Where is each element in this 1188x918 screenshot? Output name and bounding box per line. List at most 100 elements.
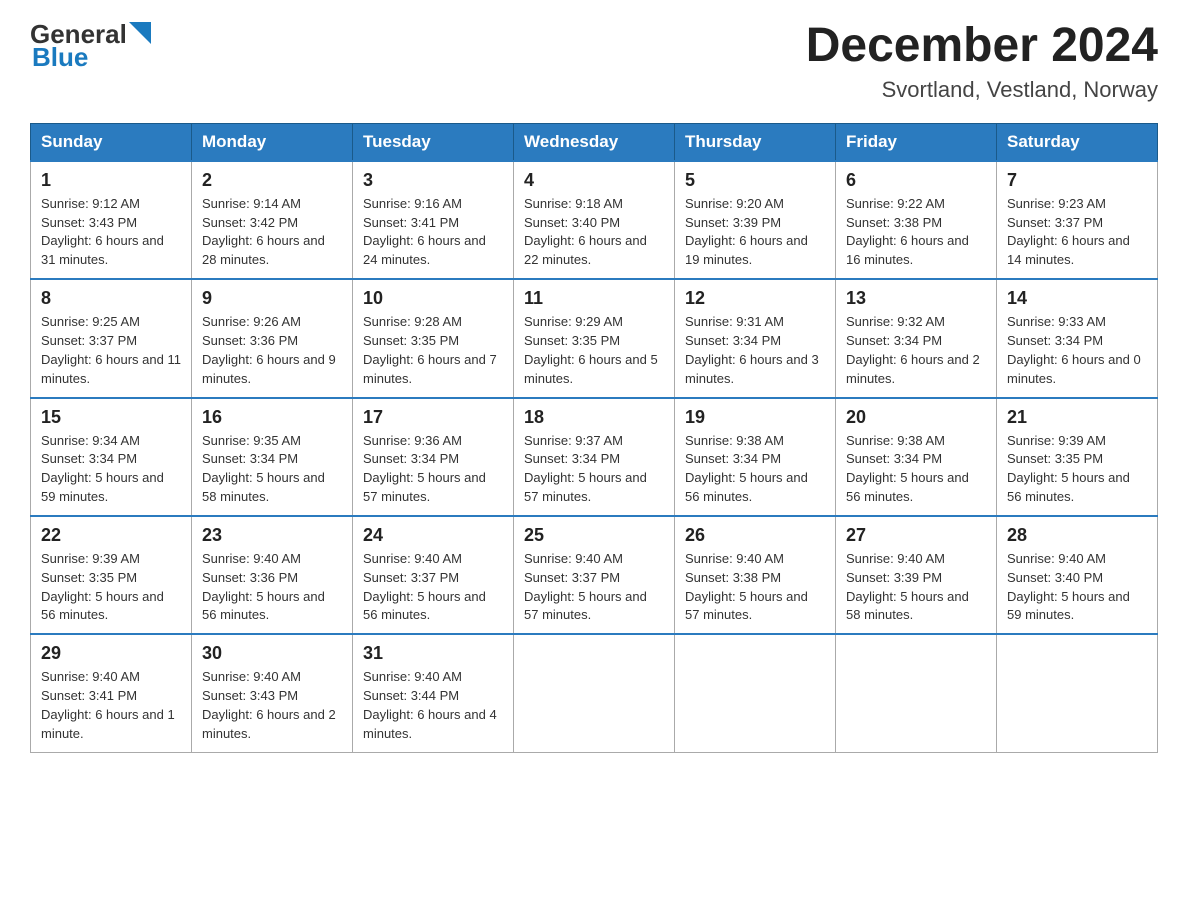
day-info: Sunrise: 9:35 AM Sunset: 3:34 PM Dayligh…	[202, 432, 342, 507]
day-number: 3	[363, 170, 503, 191]
calendar-cell: 15 Sunrise: 9:34 AM Sunset: 3:34 PM Dayl…	[31, 398, 192, 516]
day-number: 5	[685, 170, 825, 191]
col-thursday: Thursday	[675, 123, 836, 161]
calendar-cell: 2 Sunrise: 9:14 AM Sunset: 3:42 PM Dayli…	[192, 161, 353, 279]
day-info: Sunrise: 9:16 AM Sunset: 3:41 PM Dayligh…	[363, 195, 503, 270]
day-info: Sunrise: 9:40 AM Sunset: 3:40 PM Dayligh…	[1007, 550, 1147, 625]
page-header: General Blue December 2024 Svortland, Ve…	[30, 20, 1158, 103]
day-number: 26	[685, 525, 825, 546]
day-info: Sunrise: 9:18 AM Sunset: 3:40 PM Dayligh…	[524, 195, 664, 270]
logo-blue-text: Blue	[30, 44, 151, 70]
day-number: 1	[41, 170, 181, 191]
calendar-cell	[514, 634, 675, 752]
day-info: Sunrise: 9:40 AM Sunset: 3:37 PM Dayligh…	[524, 550, 664, 625]
calendar-cell: 27 Sunrise: 9:40 AM Sunset: 3:39 PM Dayl…	[836, 516, 997, 634]
day-info: Sunrise: 9:39 AM Sunset: 3:35 PM Dayligh…	[41, 550, 181, 625]
day-number: 31	[363, 643, 503, 664]
logo: General Blue	[30, 20, 151, 70]
calendar-cell	[997, 634, 1158, 752]
calendar-table: Sunday Monday Tuesday Wednesday Thursday…	[30, 123, 1158, 753]
day-number: 2	[202, 170, 342, 191]
day-number: 13	[846, 288, 986, 309]
day-number: 15	[41, 407, 181, 428]
calendar-cell: 17 Sunrise: 9:36 AM Sunset: 3:34 PM Dayl…	[353, 398, 514, 516]
col-sunday: Sunday	[31, 123, 192, 161]
calendar-cell: 8 Sunrise: 9:25 AM Sunset: 3:37 PM Dayli…	[31, 279, 192, 397]
day-number: 16	[202, 407, 342, 428]
day-info: Sunrise: 9:28 AM Sunset: 3:35 PM Dayligh…	[363, 313, 503, 388]
col-monday: Monday	[192, 123, 353, 161]
month-title: December 2024	[806, 20, 1158, 73]
day-info: Sunrise: 9:38 AM Sunset: 3:34 PM Dayligh…	[685, 432, 825, 507]
day-number: 20	[846, 407, 986, 428]
day-number: 29	[41, 643, 181, 664]
calendar-cell: 21 Sunrise: 9:39 AM Sunset: 3:35 PM Dayl…	[997, 398, 1158, 516]
calendar-week-row-4: 22 Sunrise: 9:39 AM Sunset: 3:35 PM Dayl…	[31, 516, 1158, 634]
day-number: 21	[1007, 407, 1147, 428]
day-info: Sunrise: 9:14 AM Sunset: 3:42 PM Dayligh…	[202, 195, 342, 270]
day-number: 8	[41, 288, 181, 309]
day-number: 4	[524, 170, 664, 191]
calendar-week-row-3: 15 Sunrise: 9:34 AM Sunset: 3:34 PM Dayl…	[31, 398, 1158, 516]
calendar-cell: 4 Sunrise: 9:18 AM Sunset: 3:40 PM Dayli…	[514, 161, 675, 279]
calendar-cell: 26 Sunrise: 9:40 AM Sunset: 3:38 PM Dayl…	[675, 516, 836, 634]
calendar-cell: 20 Sunrise: 9:38 AM Sunset: 3:34 PM Dayl…	[836, 398, 997, 516]
day-number: 11	[524, 288, 664, 309]
day-info: Sunrise: 9:40 AM Sunset: 3:37 PM Dayligh…	[363, 550, 503, 625]
day-number: 25	[524, 525, 664, 546]
calendar-cell: 31 Sunrise: 9:40 AM Sunset: 3:44 PM Dayl…	[353, 634, 514, 752]
day-number: 27	[846, 525, 986, 546]
day-number: 7	[1007, 170, 1147, 191]
calendar-cell: 13 Sunrise: 9:32 AM Sunset: 3:34 PM Dayl…	[836, 279, 997, 397]
calendar-cell: 16 Sunrise: 9:35 AM Sunset: 3:34 PM Dayl…	[192, 398, 353, 516]
calendar-cell: 5 Sunrise: 9:20 AM Sunset: 3:39 PM Dayli…	[675, 161, 836, 279]
day-info: Sunrise: 9:39 AM Sunset: 3:35 PM Dayligh…	[1007, 432, 1147, 507]
calendar-cell: 22 Sunrise: 9:39 AM Sunset: 3:35 PM Dayl…	[31, 516, 192, 634]
day-info: Sunrise: 9:20 AM Sunset: 3:39 PM Dayligh…	[685, 195, 825, 270]
day-info: Sunrise: 9:22 AM Sunset: 3:38 PM Dayligh…	[846, 195, 986, 270]
col-saturday: Saturday	[997, 123, 1158, 161]
day-info: Sunrise: 9:40 AM Sunset: 3:36 PM Dayligh…	[202, 550, 342, 625]
day-number: 23	[202, 525, 342, 546]
calendar-cell: 19 Sunrise: 9:38 AM Sunset: 3:34 PM Dayl…	[675, 398, 836, 516]
calendar-week-row-1: 1 Sunrise: 9:12 AM Sunset: 3:43 PM Dayli…	[31, 161, 1158, 279]
calendar-cell: 9 Sunrise: 9:26 AM Sunset: 3:36 PM Dayli…	[192, 279, 353, 397]
calendar-cell: 12 Sunrise: 9:31 AM Sunset: 3:34 PM Dayl…	[675, 279, 836, 397]
calendar-cell: 1 Sunrise: 9:12 AM Sunset: 3:43 PM Dayli…	[31, 161, 192, 279]
day-number: 17	[363, 407, 503, 428]
location-subtitle: Svortland, Vestland, Norway	[806, 77, 1158, 103]
day-info: Sunrise: 9:36 AM Sunset: 3:34 PM Dayligh…	[363, 432, 503, 507]
day-number: 6	[846, 170, 986, 191]
calendar-week-row-2: 8 Sunrise: 9:25 AM Sunset: 3:37 PM Dayli…	[31, 279, 1158, 397]
calendar-cell	[836, 634, 997, 752]
day-number: 22	[41, 525, 181, 546]
day-number: 14	[1007, 288, 1147, 309]
day-info: Sunrise: 9:29 AM Sunset: 3:35 PM Dayligh…	[524, 313, 664, 388]
col-tuesday: Tuesday	[353, 123, 514, 161]
calendar-cell: 24 Sunrise: 9:40 AM Sunset: 3:37 PM Dayl…	[353, 516, 514, 634]
day-number: 30	[202, 643, 342, 664]
calendar-header-row: Sunday Monday Tuesday Wednesday Thursday…	[31, 123, 1158, 161]
day-info: Sunrise: 9:12 AM Sunset: 3:43 PM Dayligh…	[41, 195, 181, 270]
calendar-cell	[675, 634, 836, 752]
col-friday: Friday	[836, 123, 997, 161]
day-info: Sunrise: 9:37 AM Sunset: 3:34 PM Dayligh…	[524, 432, 664, 507]
calendar-cell: 28 Sunrise: 9:40 AM Sunset: 3:40 PM Dayl…	[997, 516, 1158, 634]
calendar-cell: 18 Sunrise: 9:37 AM Sunset: 3:34 PM Dayl…	[514, 398, 675, 516]
title-section: December 2024 Svortland, Vestland, Norwa…	[806, 20, 1158, 103]
calendar-cell: 10 Sunrise: 9:28 AM Sunset: 3:35 PM Dayl…	[353, 279, 514, 397]
day-number: 18	[524, 407, 664, 428]
day-info: Sunrise: 9:40 AM Sunset: 3:44 PM Dayligh…	[363, 668, 503, 743]
day-number: 9	[202, 288, 342, 309]
day-number: 19	[685, 407, 825, 428]
calendar-week-row-5: 29 Sunrise: 9:40 AM Sunset: 3:41 PM Dayl…	[31, 634, 1158, 752]
day-info: Sunrise: 9:40 AM Sunset: 3:38 PM Dayligh…	[685, 550, 825, 625]
day-info: Sunrise: 9:31 AM Sunset: 3:34 PM Dayligh…	[685, 313, 825, 388]
day-info: Sunrise: 9:26 AM Sunset: 3:36 PM Dayligh…	[202, 313, 342, 388]
col-wednesday: Wednesday	[514, 123, 675, 161]
calendar-cell: 3 Sunrise: 9:16 AM Sunset: 3:41 PM Dayli…	[353, 161, 514, 279]
day-info: Sunrise: 9:40 AM Sunset: 3:39 PM Dayligh…	[846, 550, 986, 625]
day-info: Sunrise: 9:40 AM Sunset: 3:43 PM Dayligh…	[202, 668, 342, 743]
day-info: Sunrise: 9:34 AM Sunset: 3:34 PM Dayligh…	[41, 432, 181, 507]
day-info: Sunrise: 9:33 AM Sunset: 3:34 PM Dayligh…	[1007, 313, 1147, 388]
